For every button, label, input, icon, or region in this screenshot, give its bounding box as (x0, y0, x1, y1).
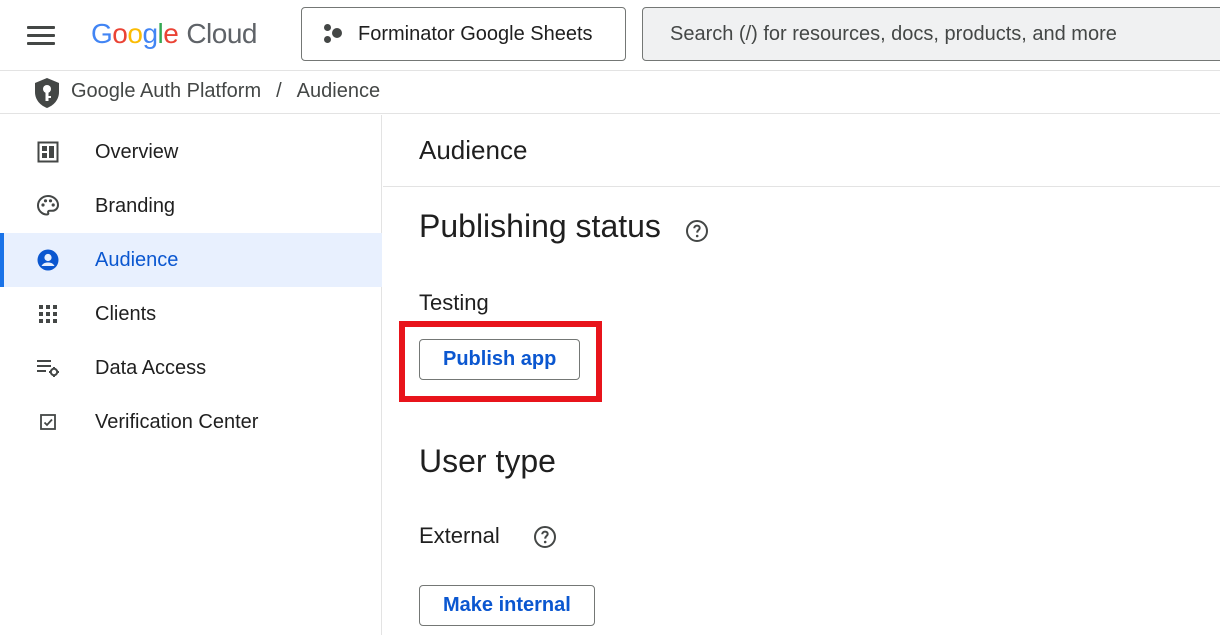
sidebar-item-audience[interactable]: Audience (0, 233, 382, 287)
google-cloud-logo[interactable]: Go o g l e Cloud (91, 14, 257, 54)
project-picker-button[interactable]: Forminator Google Sheets (301, 7, 626, 61)
page-header: Audience (383, 115, 1220, 187)
top-bar: Go o g l e Cloud Forminator Google Sheets (0, 0, 1220, 70)
main-content: Audience Publishing status Testing Publi… (383, 115, 1220, 635)
palette-icon (36, 194, 60, 218)
sidebar-item-overview[interactable]: Overview (0, 125, 382, 179)
project-icon (322, 23, 344, 45)
breadcrumb-current: Audience (296, 80, 381, 102)
breadcrumb-auth-platform[interactable]: Google Auth Platform (71, 80, 261, 103)
make-internal-button[interactable]: Make internal (419, 585, 595, 626)
sidebar-item-clients[interactable]: Clients (0, 287, 382, 341)
user-type-heading: User type (419, 443, 556, 479)
project-name: Forminator Google Sheets (358, 22, 593, 45)
checkbox-icon (36, 410, 60, 434)
main-menu-icon[interactable] (27, 24, 55, 46)
list-settings-icon (36, 356, 60, 380)
page-title: Audience (419, 135, 528, 165)
sidebar-item-verification-center[interactable]: Verification Center (0, 395, 382, 449)
user-type-help-icon[interactable] (533, 525, 557, 549)
sidebar-item-data-access[interactable]: Data Access (0, 341, 382, 395)
sidebar: Overview Branding Audience Clients Data … (0, 115, 382, 635)
publishing-status-help-icon[interactable] (685, 219, 709, 243)
search-input[interactable] (670, 22, 1210, 46)
user-type-value: External (419, 523, 500, 548)
publish-app-button[interactable]: Publish app (419, 339, 581, 380)
apps-grid-icon (36, 302, 60, 326)
publishing-status-value: Testing (419, 290, 489, 315)
shield-key-icon (35, 78, 59, 108)
account-circle-icon (36, 248, 60, 272)
breadcrumb: Google Auth Platform / Audience (0, 70, 1220, 114)
dashboard-icon (36, 140, 60, 164)
search-bar[interactable] (642, 7, 1220, 61)
sidebar-item-branding[interactable]: Branding (0, 179, 382, 233)
breadcrumb-separator: / (276, 80, 282, 102)
publishing-status-heading: Publishing status (419, 208, 661, 244)
